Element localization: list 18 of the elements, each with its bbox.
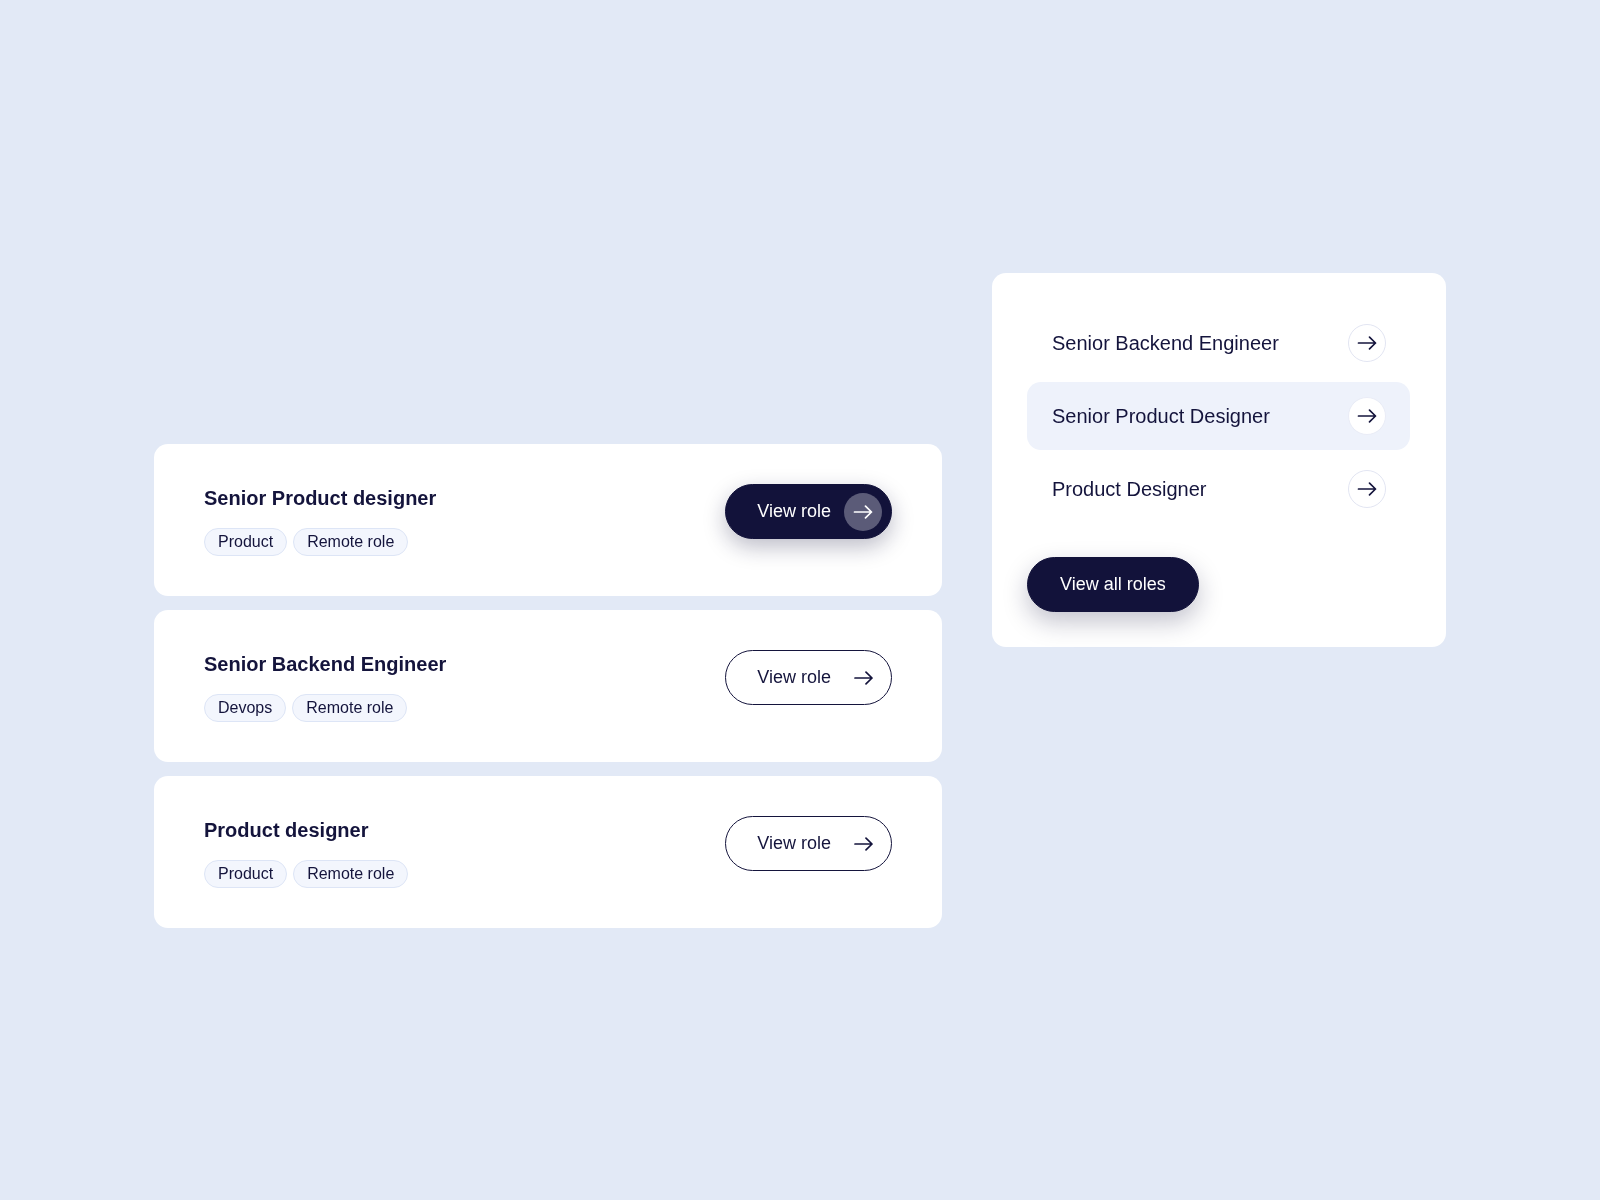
job-title: Senior Backend Engineer: [204, 652, 447, 676]
view-role-button[interactable]: View role: [725, 484, 892, 539]
view-role-button[interactable]: View role: [725, 816, 892, 871]
category-tag: Remote role: [293, 528, 409, 556]
arrow-icon: [854, 670, 874, 685]
job-title: Product designer: [204, 818, 370, 842]
category-tag: Devops: [204, 694, 287, 722]
arrow-icon: [854, 836, 874, 851]
role-list-item[interactable]: Senior Backend Engineer: [1027, 309, 1410, 377]
category-tag: Remote role: [293, 860, 409, 888]
role-list-item[interactable]: Senior Product Designer: [1027, 382, 1410, 450]
view-all-roles-button[interactable]: View all roles: [1027, 557, 1199, 612]
view-role-button[interactable]: View role: [725, 650, 892, 705]
category-tag: Product: [204, 860, 288, 888]
role-list-item[interactable]: Product Designer: [1027, 455, 1410, 523]
category-tag: Remote role: [292, 694, 408, 722]
job-title: Senior Product designer: [204, 486, 437, 510]
category-tag: Product: [204, 528, 288, 556]
